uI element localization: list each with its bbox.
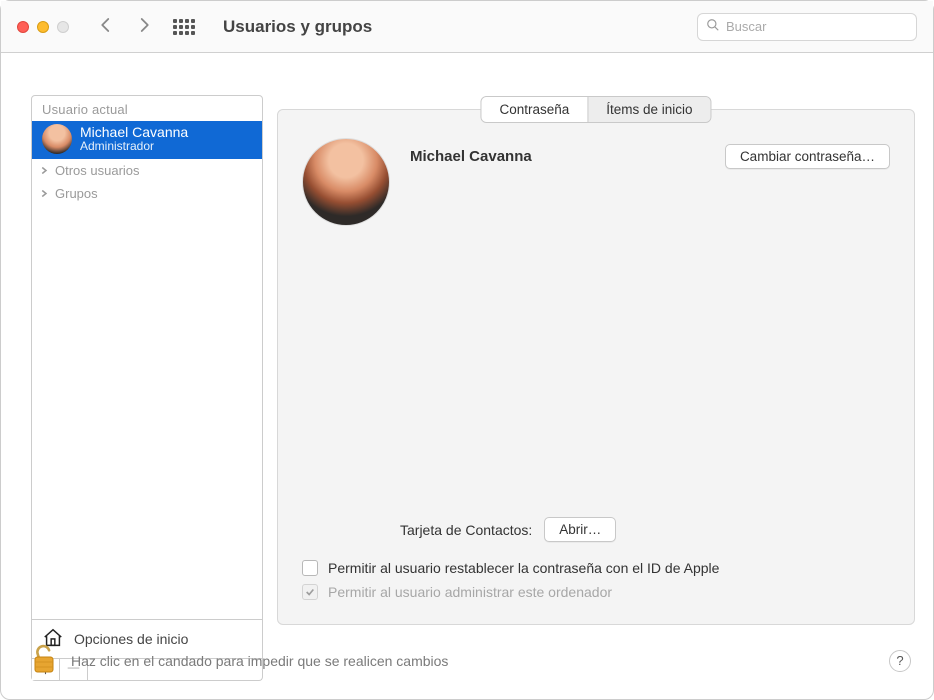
zoom-window-button[interactable] xyxy=(57,21,69,33)
sidebar-item-groups[interactable]: Grupos xyxy=(32,182,262,205)
allow-admin-label: Permitir al usuario administrar este ord… xyxy=(328,584,612,600)
allow-admin-checkbox xyxy=(302,584,318,600)
search-icon xyxy=(706,18,720,35)
change-password-button[interactable]: Cambiar contraseña… xyxy=(725,144,890,169)
allow-admin-row: Permitir al usuario administrar este ord… xyxy=(302,580,890,604)
reset-with-apple-id-row[interactable]: Permitir al usuario restablecer la contr… xyxy=(302,556,890,580)
search-input[interactable] xyxy=(726,19,908,34)
lock-footer: Haz clic en el candado para impedir que … xyxy=(31,644,911,677)
contacts-card-label: Tarjeta de Contactos: xyxy=(400,522,532,538)
chevron-right-icon xyxy=(40,186,49,201)
main-content: Contraseña Ítems de inicio Michael Cavan… xyxy=(277,95,915,681)
sidebar-item-label: Otros usuarios xyxy=(55,163,140,178)
sidebar-item-other-users[interactable]: Otros usuarios xyxy=(32,159,262,182)
sidebar-item-label: Grupos xyxy=(55,186,98,201)
current-user-name: Michael Cavanna xyxy=(80,125,188,140)
nav-arrows xyxy=(97,16,153,37)
window-title: Usuarios y grupos xyxy=(223,17,372,37)
search-field[interactable] xyxy=(697,13,917,41)
reset-with-apple-id-label: Permitir al usuario restablecer la contr… xyxy=(328,560,719,576)
minimize-window-button[interactable] xyxy=(37,21,49,33)
main-panel: Contraseña Ítems de inicio Michael Cavan… xyxy=(277,109,915,625)
user-avatar-icon xyxy=(42,124,72,154)
help-button[interactable]: ? xyxy=(889,650,911,672)
show-all-prefs-button[interactable] xyxy=(173,19,195,35)
back-button[interactable] xyxy=(97,16,115,37)
users-sidebar: Usuario actual Michael Cavanna Administr… xyxy=(31,95,263,681)
lock-icon[interactable] xyxy=(31,644,57,677)
window-toolbar: Usuarios y grupos xyxy=(1,1,933,53)
user-avatar-large[interactable] xyxy=(302,138,390,226)
user-header: Michael Cavanna Cambiar contraseña… xyxy=(302,138,890,226)
current-user-row[interactable]: Michael Cavanna Administrador xyxy=(32,121,262,159)
tab-password[interactable]: Contraseña xyxy=(481,97,587,122)
lock-text: Haz clic en el candado para impedir que … xyxy=(71,653,448,669)
open-contacts-card-button[interactable]: Abrir… xyxy=(544,517,616,542)
current-user-role: Administrador xyxy=(80,140,188,153)
tab-login-items[interactable]: Ítems de inicio xyxy=(588,97,710,122)
close-window-button[interactable] xyxy=(17,21,29,33)
chevron-right-icon xyxy=(40,163,49,178)
users-list: Usuario actual Michael Cavanna Administr… xyxy=(31,95,263,620)
reset-with-apple-id-checkbox[interactable] xyxy=(302,560,318,576)
current-user-section-label: Usuario actual xyxy=(32,96,262,121)
user-display-name: Michael Cavanna xyxy=(410,148,705,165)
contacts-card-row: Tarjeta de Contactos: Abrir… xyxy=(302,517,890,542)
window-controls xyxy=(17,21,69,33)
tab-control: Contraseña Ítems de inicio xyxy=(480,96,711,123)
forward-button[interactable] xyxy=(135,16,153,37)
